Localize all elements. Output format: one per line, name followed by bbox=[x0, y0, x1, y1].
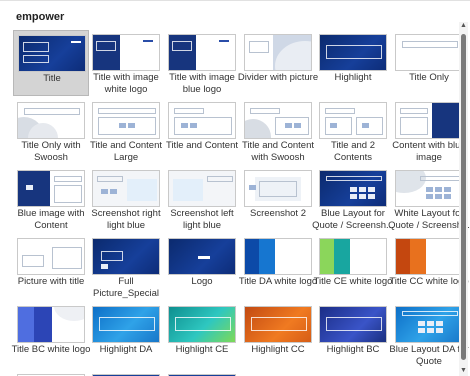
layout-thumbnail bbox=[395, 102, 463, 139]
layout-thumbnail bbox=[168, 238, 236, 275]
layout-label: Highlight DA bbox=[99, 344, 153, 355]
layout-thumbnail bbox=[168, 306, 236, 343]
layout-label: Highlight BC bbox=[326, 344, 380, 355]
layout-item[interactable]: Picture with title bbox=[13, 234, 89, 300]
layout-thumbnail bbox=[244, 170, 312, 207]
layout-item[interactable]: Title BC white logo bbox=[11, 302, 91, 368]
layout-label: Logo bbox=[191, 276, 213, 287]
layout-thumbnail bbox=[319, 238, 387, 275]
layout-thumbnail bbox=[319, 306, 387, 343]
layout-thumbnail bbox=[18, 35, 86, 72]
layout-label: Divider with picture bbox=[237, 72, 319, 83]
layout-item[interactable]: Title with image white logo bbox=[88, 30, 164, 96]
layout-label: Blue Layout for Quote / Screensh... bbox=[312, 208, 394, 231]
layout-label: Screenshot 2 bbox=[250, 208, 306, 219]
layout-item[interactable]: Screenshot 2 bbox=[240, 166, 316, 232]
layout-thumbnail bbox=[17, 102, 85, 139]
layout-thumbnail bbox=[244, 102, 312, 139]
layout-thumbnail bbox=[319, 102, 387, 139]
layout-thumbnail bbox=[17, 238, 85, 275]
layout-thumbnail bbox=[319, 34, 387, 71]
layout-thumbnail bbox=[17, 170, 85, 207]
layout-label: Screenshot right light blue bbox=[91, 208, 161, 231]
layout-thumbnail bbox=[244, 306, 312, 343]
layout-label: Title DA white logo bbox=[238, 276, 318, 287]
layout-label: Blue image with Content bbox=[17, 208, 85, 231]
layout-label: Title BC white logo bbox=[11, 344, 91, 355]
layout-item[interactable]: Title and 2 Contents bbox=[315, 98, 391, 164]
layout-label: Title Only bbox=[409, 72, 449, 83]
layout-thumbnail bbox=[92, 34, 160, 71]
layout-label: Title bbox=[43, 73, 61, 84]
layout-item[interactable]: Title DA white logo bbox=[238, 234, 318, 300]
layout-item[interactable]: Highlight bbox=[315, 30, 391, 96]
gallery-header: empower bbox=[16, 11, 65, 23]
layout-thumbnail bbox=[395, 170, 463, 207]
layout-label: Title and Content with Swoosh bbox=[242, 140, 314, 163]
layout-label: Highlight bbox=[334, 72, 372, 83]
layout-label: Highlight CC bbox=[251, 344, 305, 355]
layout-item[interactable]: Title Only with Swoosh bbox=[13, 98, 89, 164]
layout-thumbnail bbox=[395, 34, 463, 71]
layout-label: Blue Layout DA for Quote bbox=[389, 344, 469, 367]
layout-label: Highlight CE bbox=[175, 344, 229, 355]
layout-label: Title CC white logo bbox=[389, 276, 469, 287]
layout-thumbnail bbox=[92, 102, 160, 139]
layout-item[interactable]: Screenshot left light blue bbox=[164, 166, 240, 232]
layout-thumbnail bbox=[244, 34, 312, 71]
vertical-scrollbar[interactable]: ▲ ▼ bbox=[459, 22, 468, 376]
layout-label: Title CE white logo bbox=[313, 276, 393, 287]
layout-label: Title and 2 Contents bbox=[330, 140, 375, 163]
layout-item[interactable]: White Layout for Quote / Screensh... bbox=[388, 166, 470, 232]
scroll-down-icon[interactable]: ▼ bbox=[460, 367, 467, 375]
layout-thumbnail bbox=[168, 34, 236, 71]
layout-item[interactable]: Content with blue image bbox=[391, 98, 467, 164]
layout-item[interactable]: Highlight CC bbox=[240, 302, 316, 368]
layout-label: Title with image blue logo bbox=[169, 72, 235, 95]
scroll-up-icon[interactable]: ▲ bbox=[460, 22, 467, 30]
layout-item[interactable]: Title Only bbox=[391, 30, 467, 96]
scroll-thumb[interactable] bbox=[461, 34, 466, 360]
layout-item[interactable]: Title and Content Large bbox=[88, 98, 164, 164]
layout-item[interactable]: Title bbox=[13, 30, 89, 96]
layout-label: Title and Content Large bbox=[90, 140, 162, 163]
layout-thumbnail bbox=[17, 306, 85, 343]
layout-label: White Layout for Quote / Screensh... bbox=[388, 208, 470, 231]
layout-item[interactable]: Screenshot right light blue bbox=[88, 166, 164, 232]
layout-thumbnail bbox=[395, 238, 463, 275]
layout-thumbnail bbox=[395, 306, 463, 343]
layout-label: Content with blue image bbox=[392, 140, 466, 163]
layout-thumbnail bbox=[168, 102, 236, 139]
layout-item[interactable]: Divider with picture bbox=[237, 30, 319, 96]
layout-item[interactable]: Blue image with Content bbox=[13, 166, 89, 232]
layout-thumbnail bbox=[319, 170, 387, 207]
layout-thumbnail bbox=[92, 238, 160, 275]
layout-label: Title with image white logo bbox=[93, 72, 159, 95]
layout-label: Full Picture_Special bbox=[92, 276, 159, 299]
layout-label: Screenshot left light blue bbox=[170, 208, 234, 231]
layout-item-partial[interactable] bbox=[164, 370, 240, 376]
layout-thumbnail bbox=[92, 306, 160, 343]
layout-item[interactable]: Highlight BC bbox=[315, 302, 391, 368]
layout-thumbnail bbox=[168, 170, 236, 207]
layout-label: Picture with title bbox=[17, 276, 85, 287]
layout-gallery: empower Title Title with image white logo… bbox=[0, 0, 470, 376]
layout-item[interactable]: Full Picture_Special bbox=[88, 234, 164, 300]
layout-item-partial[interactable] bbox=[88, 370, 164, 376]
layout-item[interactable]: Title and Content bbox=[164, 98, 240, 164]
layout-item[interactable]: Blue Layout DA for Quote bbox=[389, 302, 469, 368]
layout-label: Title and Content bbox=[166, 140, 238, 151]
layout-item-partial[interactable] bbox=[13, 370, 89, 376]
layout-item[interactable]: Blue Layout for Quote / Screensh... bbox=[312, 166, 394, 232]
layout-item[interactable]: Title CE white logo bbox=[313, 234, 393, 300]
layout-label: Title Only with Swoosh bbox=[21, 140, 81, 163]
layout-item[interactable]: Title CC white logo bbox=[389, 234, 469, 300]
layout-item[interactable]: Highlight DA bbox=[88, 302, 164, 368]
layout-thumbnail bbox=[244, 238, 312, 275]
layout-item[interactable]: Highlight CE bbox=[164, 302, 240, 368]
layout-item[interactable]: Title and Content with Swoosh bbox=[240, 98, 316, 164]
layout-thumbnail bbox=[92, 170, 160, 207]
layout-item[interactable]: Title with image blue logo bbox=[164, 30, 240, 96]
layout-item[interactable]: Logo bbox=[164, 234, 240, 300]
